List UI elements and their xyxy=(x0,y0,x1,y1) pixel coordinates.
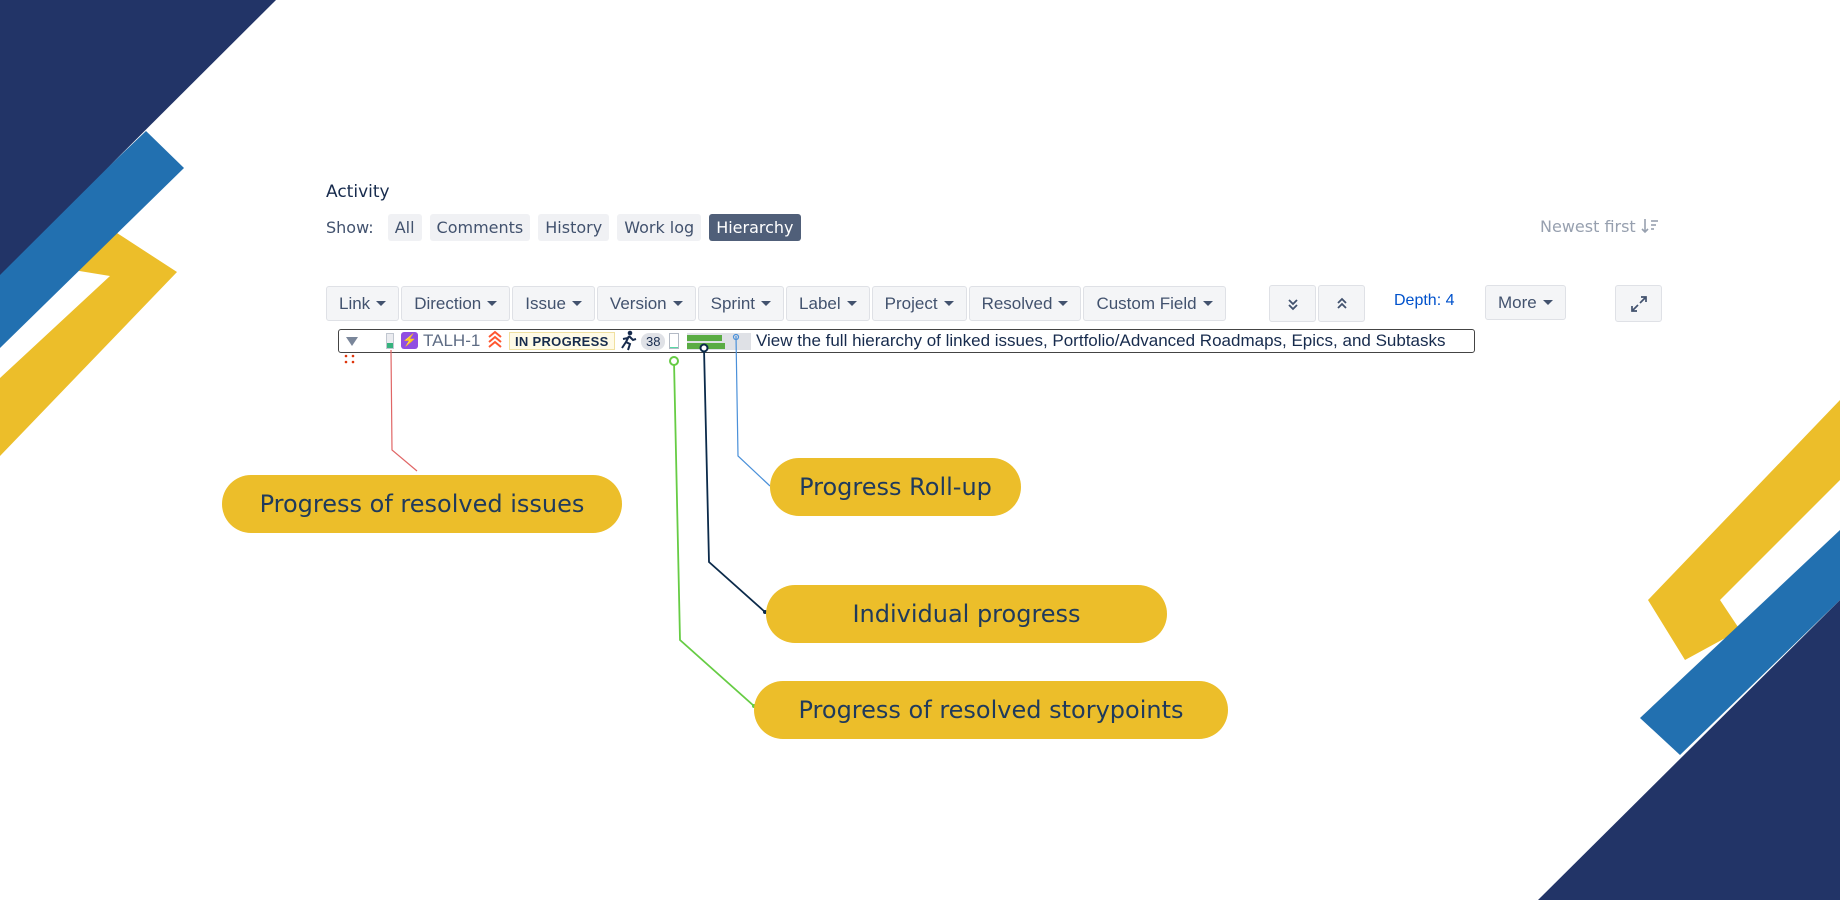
chevron-down-icon xyxy=(376,301,387,306)
filter-sprint-label: Sprint xyxy=(710,293,756,313)
depth-selector[interactable]: Depth: 4 xyxy=(1394,292,1454,310)
resolved-issues-progress-bar xyxy=(386,333,394,349)
callout-progress-rollup: Progress Roll-up xyxy=(770,458,1021,516)
filter-version-dropdown[interactable]: Version xyxy=(596,286,696,321)
double-chevron-up-icon xyxy=(1336,297,1347,309)
callout-resolved-issues: Progress of resolved issues xyxy=(222,475,622,533)
priority-highest-icon xyxy=(488,330,502,348)
chevron-down-icon xyxy=(1542,300,1553,305)
collapse-all-button[interactable] xyxy=(1318,285,1365,322)
resolved-storypoints-progress-fill xyxy=(670,346,678,348)
expand-arrows-icon xyxy=(1630,295,1647,312)
decorative-background xyxy=(0,0,1840,900)
tab-hierarchy[interactable]: Hierarchy xyxy=(709,213,801,241)
issue-key-link[interactable]: TALH-1 xyxy=(423,331,480,351)
chevron-down-icon xyxy=(761,301,772,306)
filter-issue-dropdown[interactable]: Issue xyxy=(512,286,595,321)
filter-resolved-label: Resolved xyxy=(981,293,1053,313)
chevron-down-icon xyxy=(487,301,498,306)
resolved-issues-progress-fill xyxy=(387,343,393,348)
hierarchy-filter-toolbar: Link Direction Issue Version Sprint Labe… xyxy=(326,285,1228,322)
filter-label-label: Label xyxy=(799,293,841,313)
hierarchy-issue-row[interactable]: ⚡ TALH-1 IN PROGRESS 38 View the full hi… xyxy=(338,329,1475,353)
sort-order-toggle[interactable]: Newest first xyxy=(1540,217,1659,236)
filter-link-dropdown[interactable]: Link xyxy=(326,286,400,321)
filter-custom-field-dropdown[interactable]: Custom Field xyxy=(1083,286,1226,321)
tab-history[interactable]: History xyxy=(538,213,610,241)
epic-type-icon: ⚡ xyxy=(401,332,418,349)
tab-comments[interactable]: Comments xyxy=(429,213,531,241)
individual-progress-fill xyxy=(687,335,723,341)
progress-bars xyxy=(687,333,751,350)
resolved-storypoints-progress-bar xyxy=(669,333,679,349)
callout-resolved-storypoints: Progress of resolved storypoints xyxy=(754,681,1228,739)
filter-direction-label: Direction xyxy=(414,293,482,313)
filter-direction-dropdown[interactable]: Direction xyxy=(401,286,511,321)
chevron-down-icon xyxy=(846,301,857,306)
collapse-triangle-icon[interactable] xyxy=(346,337,358,346)
activity-tabs: Show: All Comments History Work log Hier… xyxy=(326,213,801,241)
chevron-down-icon xyxy=(943,301,954,306)
filter-issue-label: Issue xyxy=(525,293,566,313)
deco-navy-triangle-top-left xyxy=(0,0,276,275)
chevron-down-icon xyxy=(1058,301,1069,306)
filter-sprint-dropdown[interactable]: Sprint xyxy=(697,286,785,321)
filter-custom-field-label: Custom Field xyxy=(1096,293,1197,313)
filter-resolved-dropdown[interactable]: Resolved xyxy=(968,286,1082,321)
filter-link-label: Link xyxy=(339,293,371,313)
expand-all-button[interactable] xyxy=(1269,285,1316,322)
double-chevron-down-icon xyxy=(1287,298,1298,310)
callout-individual-progress: Individual progress xyxy=(766,585,1167,643)
chevron-down-icon xyxy=(1202,301,1213,306)
more-dropdown[interactable]: More xyxy=(1485,285,1566,320)
status-lozenge: IN PROGRESS xyxy=(509,332,615,350)
tab-all[interactable]: All xyxy=(387,213,422,241)
activity-title: Activity xyxy=(326,182,390,202)
filter-version-label: Version xyxy=(609,293,667,313)
rollup-progress-fill xyxy=(687,343,726,349)
tab-work-log[interactable]: Work log xyxy=(617,213,702,241)
sort-icon xyxy=(1641,219,1658,234)
story-points-badge: 38 xyxy=(641,333,666,350)
sort-label: Newest first xyxy=(1540,217,1636,236)
more-label: More xyxy=(1498,292,1537,312)
issue-summary: View the full hierarchy of linked issues… xyxy=(756,331,1446,350)
chevron-down-icon xyxy=(672,301,683,306)
filter-label-dropdown[interactable]: Label xyxy=(786,286,870,321)
filter-project-label: Project xyxy=(884,293,938,313)
fullscreen-button[interactable] xyxy=(1615,285,1662,322)
sprint-runner-icon xyxy=(621,330,637,351)
filter-project-dropdown[interactable]: Project xyxy=(871,286,967,321)
chevron-down-icon xyxy=(571,301,582,306)
show-label: Show: xyxy=(326,217,374,237)
